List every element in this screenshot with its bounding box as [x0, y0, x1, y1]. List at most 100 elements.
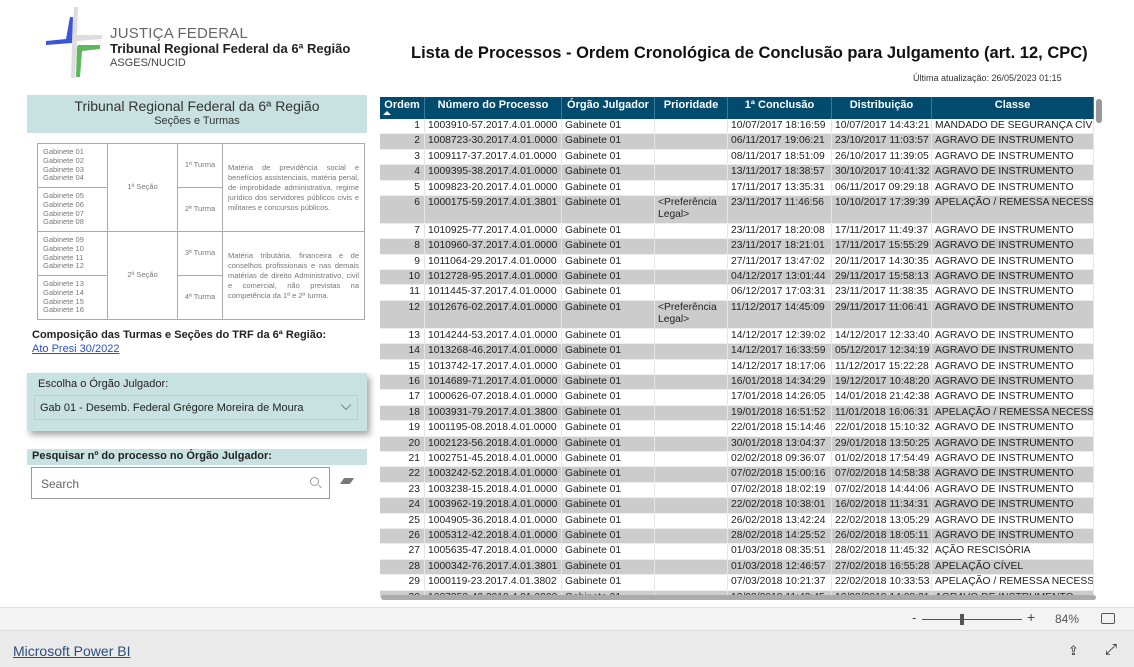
cell-distribuicao: 23/11/2017 11:38:35	[832, 285, 932, 300]
table-body: 1 1003910-57.2017.4.01.0000 Gabinete 01 10/…	[380, 119, 1094, 597]
table-row[interactable]: 6 1000175-59.2017.4.01.3801 Gabinete 01 <Pr…	[380, 196, 1094, 224]
cell-conclusao: 28/02/2018 14:25:52	[728, 528, 832, 544]
cell-orgao: Gabinete 01	[562, 134, 655, 149]
table-row[interactable]: 8 1010960-37.2017.4.01.0000 Gabinete 01 23/…	[380, 239, 1094, 255]
table-row[interactable]: 1 1003910-57.2017.4.01.0000 Gabinete 01 10/…	[380, 119, 1094, 135]
table-row[interactable]: 26 1005312-42.2018.4.01.0000 Gabinete 01 28…	[380, 528, 1094, 545]
cell-orgao: Gabinete 01	[562, 390, 655, 405]
justica-federal-logo	[46, 7, 102, 78]
cell-prioridade	[655, 436, 728, 451]
cell-classe: AGRAVO DE INSTRUMENTO	[932, 239, 1094, 254]
cell-classe: AGRAVO DE INSTRUMENTO	[932, 482, 1094, 498]
cell-classe: MANDADO DE SEGURANÇA CÍVEL	[932, 119, 1094, 134]
table-row[interactable]: 28 1000342-76.2017.4.01.3801 Gabinete 01 01…	[380, 559, 1094, 576]
cell-prioridade	[655, 134, 728, 149]
table-row[interactable]: 16 1014689-71.2017.4.01.0000 Gabinete 01 16…	[380, 374, 1094, 391]
cell-orgao: Gabinete 01	[562, 239, 655, 254]
cell-orgao: Gabinete 01	[562, 270, 655, 285]
table-row[interactable]: 2 1008723-30.2017.4.01.0000 Gabinete 01 06/…	[380, 134, 1094, 150]
eraser-icon[interactable]	[339, 478, 355, 484]
zoom-out-button[interactable]: -	[912, 610, 916, 625]
zoom-slider-thumb[interactable]	[960, 614, 964, 625]
cell-numero: 1013268-46.2017.4.01.0000	[425, 344, 562, 359]
cell-numero: 1005312-42.2018.4.01.0000	[425, 528, 562, 544]
turma-cell: 4ª Turma	[177, 275, 223, 320]
table-row[interactable]: 4 1009395-38.2017.4.01.0000 Gabinete 01 13/…	[380, 165, 1094, 181]
table-row[interactable]: 17 1000626-07.2018.4.01.0000 Gabinete 01 17…	[380, 390, 1094, 406]
cell-ordem: 15	[380, 359, 425, 374]
orgao-julgador-dropdown[interactable]: Gab 01 - Desemb. Federal Grégore Moreira…	[34, 395, 358, 420]
cell-prioridade	[655, 149, 728, 165]
search-input[interactable]: Search	[31, 467, 330, 499]
table-row[interactable]: 9 1011064-29.2017.4.01.0000 Gabinete 01 27/…	[380, 254, 1094, 271]
table-row[interactable]: 18 1003931-79.2017.4.01.3800 Gabinete 01 19…	[380, 405, 1094, 422]
table-row[interactable]: 12 1012676-02.2017.4.01.0000 Gabinete 01 <P…	[380, 300, 1094, 329]
table-row[interactable]: 5 1009823-20.2017.4.01.0000 Gabinete 01 17/…	[380, 180, 1094, 197]
cell-prioridade	[655, 544, 728, 559]
col-header-numero[interactable]: Número do Processo	[425, 97, 562, 119]
table-row[interactable]: 11 1011445-37.2017.4.01.0000 Gabinete 01 06…	[380, 285, 1094, 301]
col-header-conclusao[interactable]: 1ª Conclusão	[728, 97, 832, 119]
cell-numero: 1008723-30.2017.4.01.0000	[425, 134, 562, 149]
cell-orgao: Gabinete 01	[562, 498, 655, 513]
table-row[interactable]: 15 1013742-17.2017.4.01.0000 Gabinete 01 14…	[380, 359, 1094, 375]
zoom-in-button[interactable]: +	[1027, 609, 1035, 625]
page-title: Lista de Processos - Ordem Cronológica d…	[411, 44, 1088, 62]
cell-conclusao: 23/11/2017 11:46:56	[728, 196, 832, 223]
table-row[interactable]: 3 1009117-37.2017.4.01.0000 Gabinete 01 08/…	[380, 149, 1094, 166]
table-row[interactable]: 24 1003962-19.2018.4.01.0000 Gabinete 01 22…	[380, 498, 1094, 514]
col-label: Ordem	[384, 99, 420, 111]
cell-classe: AGRAVO DE INSTRUMENTO	[932, 374, 1094, 390]
cell-numero: 1011445-37.2017.4.01.0000	[425, 285, 562, 300]
cell-distribuicao: 26/10/2017 11:39:05	[832, 149, 932, 165]
cell-distribuicao: 22/01/2018 15:10:32	[832, 421, 932, 436]
cell-orgao: Gabinete 01	[562, 149, 655, 165]
table-row[interactable]: 19 1001195-08.2018.4.01.0000 Gabinete 01 22…	[380, 421, 1094, 437]
cell-prioridade	[655, 359, 728, 374]
ato-presi-link[interactable]: Ato Presi 30/2022	[32, 343, 119, 355]
cell-prioridade	[655, 482, 728, 498]
table-row[interactable]: 29 1000119-23.2017.4.01.3802 Gabinete 01 07…	[380, 575, 1094, 591]
fit-to-page-icon[interactable]	[1101, 613, 1115, 624]
cell-prioridade	[655, 575, 728, 590]
vertical-scrollbar[interactable]	[1096, 99, 1102, 123]
cell-distribuicao: 17/11/2017 15:55:29	[832, 239, 932, 254]
col-header-orgao[interactable]: Órgão Julgador	[562, 97, 655, 119]
table-row[interactable]: 14 1013268-46.2017.4.01.0000 Gabinete 01 14…	[380, 344, 1094, 360]
cell-ordem: 21	[380, 451, 425, 467]
cell-prioridade	[655, 119, 728, 134]
horizontal-scrollbar[interactable]	[381, 595, 1096, 600]
share-icon[interactable]: ⇪	[1068, 643, 1079, 659]
table-row[interactable]: 27 1005635-47.2018.4.01.0000 Gabinete 01 01…	[380, 544, 1094, 560]
cell-conclusao: 02/02/2018 09:36:07	[728, 451, 832, 467]
cell-prioridade	[655, 344, 728, 359]
cell-ordem: 12	[380, 300, 425, 328]
col-header-distribuicao[interactable]: Distribuição	[832, 97, 932, 119]
cell-distribuicao: 22/02/2018 13:05:29	[832, 513, 932, 528]
table-row[interactable]: 21 1002751-45.2018.4.01.0000 Gabinete 01 02…	[380, 451, 1094, 468]
cell-numero: 1000626-07.2018.4.01.0000	[425, 390, 562, 405]
col-header-ordem[interactable]: Ordem	[380, 97, 425, 119]
power-bi-link[interactable]: Microsoft Power BI	[13, 643, 130, 659]
cell-distribuicao: 27/02/2018 16:55:28	[832, 559, 932, 575]
table-row[interactable]: 23 1003238-15.2018.4.01.0000 Gabinete 01 07…	[380, 482, 1094, 499]
table-row[interactable]: 22 1003242-52.2018.4.01.0000 Gabinete 01 07…	[380, 467, 1094, 483]
zoom-slider[interactable]	[922, 619, 1022, 620]
col-header-prioridade[interactable]: Prioridade	[655, 97, 728, 119]
table-row[interactable]: 25 1004905-36.2018.4.01.0000 Gabinete 01 26…	[380, 513, 1094, 529]
table-row[interactable]: 10 1012728-95.2017.4.01.0000 Gabinete 01 04…	[380, 270, 1094, 286]
cell-distribuicao: 23/10/2017 11:03:57	[832, 134, 932, 149]
search-icon[interactable]	[310, 477, 319, 486]
fullscreen-icon[interactable]: ⤢	[1105, 641, 1117, 658]
cell-conclusao: 07/03/2018 10:21:37	[728, 575, 832, 590]
table-row[interactable]: 13 1014244-53.2017.4.01.0000 Gabinete 01 14…	[380, 328, 1094, 345]
table-row[interactable]: 7 1010925-77.2017.4.01.0000 Gabinete 01 23/…	[380, 223, 1094, 240]
cell-prioridade	[655, 421, 728, 436]
cell-classe: AGRAVO DE INSTRUMENTO	[932, 513, 1094, 528]
col-header-classe[interactable]: Classe	[932, 97, 1094, 119]
cell-orgao: Gabinete 01	[562, 359, 655, 374]
cell-distribuicao: 05/12/2017 12:34:19	[832, 344, 932, 359]
cell-ordem: 29	[380, 575, 425, 590]
cell-classe: AGRAVO DE INSTRUMENTO	[932, 436, 1094, 451]
table-row[interactable]: 20 1002123-56.2018.4.01.0000 Gabinete 01 30…	[380, 436, 1094, 452]
